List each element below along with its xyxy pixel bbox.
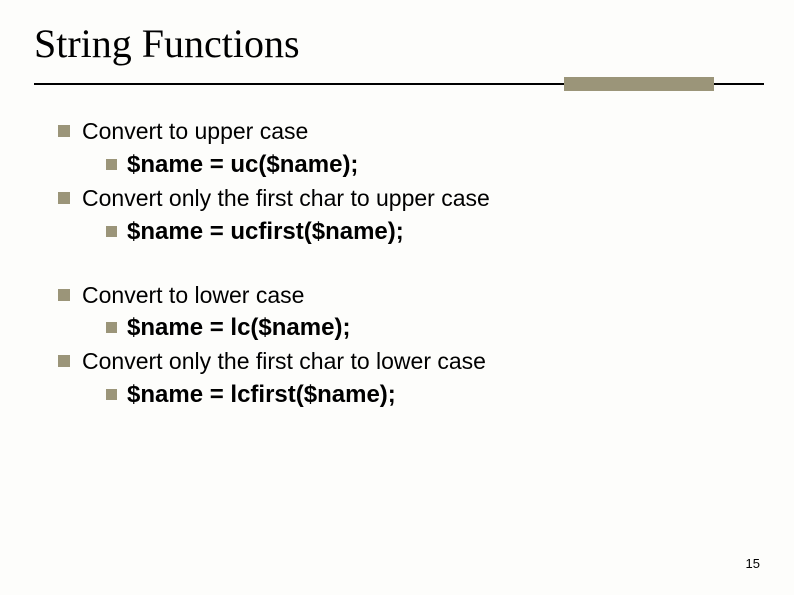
square-bullet-icon (58, 192, 70, 204)
square-bullet-icon (58, 289, 70, 301)
title-rule-accent (564, 77, 714, 91)
square-bullet-icon (106, 389, 117, 400)
slide-title: String Functions (0, 0, 794, 77)
list-item-text: Convert to lower case (82, 281, 304, 310)
list-subitem-text: $name = lcfirst($name); (127, 380, 396, 410)
list-item-text: Convert only the first char to lower cas… (82, 347, 486, 376)
list-item: Convert only the first char to upper cas… (58, 184, 754, 213)
list-subitem-text: $name = ucfirst($name); (127, 217, 404, 247)
title-rule (34, 77, 764, 95)
slide: String Functions Convert to upper case $… (0, 0, 794, 595)
list-subitem-text: $name = uc($name); (127, 150, 358, 180)
spacer (58, 249, 754, 277)
list-item-text: Convert to upper case (82, 117, 308, 146)
square-bullet-icon (58, 125, 70, 137)
list-item: Convert only the first char to lower cas… (58, 347, 754, 376)
list-subitem-text: $name = lc($name); (127, 313, 350, 343)
page-number: 15 (746, 556, 760, 571)
square-bullet-icon (106, 159, 117, 170)
list-subitem: $name = lc($name); (106, 313, 754, 343)
list-item-text: Convert only the first char to upper cas… (82, 184, 490, 213)
list-item: Convert to upper case (58, 117, 754, 146)
square-bullet-icon (58, 355, 70, 367)
square-bullet-icon (106, 226, 117, 237)
list-subitem: $name = ucfirst($name); (106, 217, 754, 247)
square-bullet-icon (106, 322, 117, 333)
list-subitem: $name = lcfirst($name); (106, 380, 754, 410)
list-subitem: $name = uc($name); (106, 150, 754, 180)
list-item: Convert to lower case (58, 281, 754, 310)
slide-body: Convert to upper case $name = uc($name);… (0, 95, 794, 410)
